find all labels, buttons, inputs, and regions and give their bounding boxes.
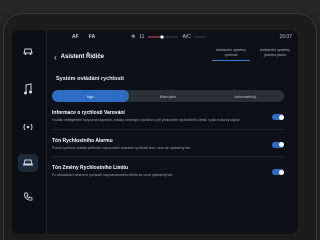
climate-strip[interactable]: ✻ 11 A/C (131, 34, 205, 40)
page-title: Asistent Řidiče (60, 54, 105, 60)
signal-icon[interactable] (18, 118, 38, 136)
divider (52, 128, 284, 130)
car-icon[interactable] (18, 42, 38, 60)
phone-icon[interactable] (18, 188, 38, 206)
setting-desc: Pokud rychlost vozidla překročí rozpozna… (52, 145, 191, 150)
temp-slider[interactable] (148, 35, 179, 39)
segment-manual[interactable]: Manuální (129, 90, 206, 102)
tab-underline (212, 60, 250, 61)
temp-left: 11 (139, 34, 145, 40)
segment-off[interactable]: Vyp. (52, 90, 130, 102)
setting-desc: Po aktualizaci omezení rychlosti rozpozn… (52, 173, 173, 177)
tab-speed-assist[interactable]: Asistenční systémy rychlosti (212, 48, 250, 61)
setting-row: Informace o rychlosti Varování Vozidlo i… (52, 110, 284, 123)
setting-row: Tón Rychlostního Alarmu Pokud rychlost v… (52, 138, 284, 151)
tab-lane-assist-label: Asistenční systémy jízdního pruhu (260, 48, 290, 57)
back-chevron-icon[interactable]: ‹ (54, 53, 57, 62)
section-title: Systém ovládání rychlosti (56, 76, 124, 82)
speed-alarm-toggle[interactable] (272, 141, 284, 148)
setting-title: Informace o rychlosti Varování (52, 110, 125, 116)
divider (52, 156, 284, 157)
status-label-fa: FA (88, 34, 96, 40)
fan-icon: ✻ (131, 34, 136, 40)
segment-automatic[interactable]: Automatický (207, 90, 284, 102)
car-front-icon[interactable] (18, 154, 38, 172)
seat-heat-icon[interactable] (194, 35, 205, 39)
ac-icon[interactable]: A/C (182, 34, 190, 40)
setting-row: Tón Změny Rychlostního Limitu Po aktuali… (52, 165, 284, 178)
infotainment-screen: AF FA ✻ 11 A/C 15:07 ‹ Asistent Řidiče A… (12, 30, 298, 234)
mode-tabs: Asistenční systémy rychlosti Asistenční … (212, 48, 294, 61)
speed-control-segmented: Vyp. Manuální Automatický (52, 90, 284, 102)
status-bar: AF FA ✻ 11 A/C 15:07 (46, 30, 298, 44)
speed-warning-toggle[interactable] (272, 114, 284, 120)
status-label-af: AF (72, 34, 79, 40)
sidebar (12, 30, 47, 234)
music-icon[interactable] (18, 80, 38, 98)
setting-desc: Vozidlo inteligentně rozpozná dopravní z… (52, 118, 240, 122)
settings-content: Systém ovládání rychlosti Vyp. Manuální … (52, 76, 284, 178)
tab-speed-assist-label: Asistenční systémy rychlosti (216, 48, 246, 57)
limit-change-toggle[interactable] (272, 169, 284, 175)
clock: 15:07 (279, 34, 292, 40)
tab-lane-assist[interactable]: Asistenční systémy jízdního pruhu (256, 48, 294, 61)
setting-title: Tón Změny Rychlostního Limitu (52, 165, 129, 171)
setting-title: Tón Rychlostního Alarmu (52, 137, 113, 144)
